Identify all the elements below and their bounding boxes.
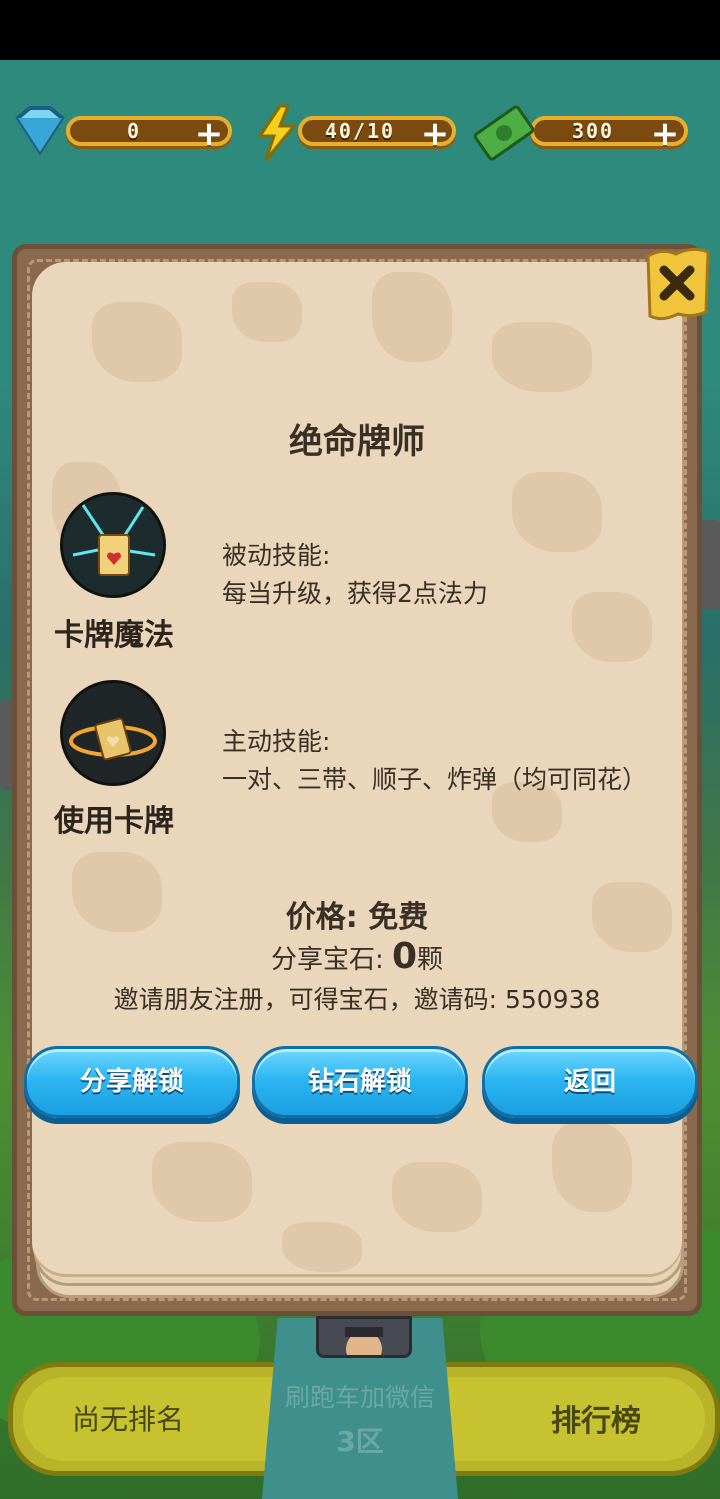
energy-value: 40/10 xyxy=(324,119,396,143)
gem-value: 0 xyxy=(126,119,142,143)
add-cash-button[interactable]: + xyxy=(648,117,682,152)
skill-desc-passive: 每当升级，获得2点法力 xyxy=(222,579,488,608)
close-button[interactable] xyxy=(642,244,712,326)
cash-counter: 300 + xyxy=(472,104,694,161)
cash-icon xyxy=(473,105,535,161)
invite-code-text: 邀请朋友注册，可得宝石，邀请码: 550938 xyxy=(113,985,601,1014)
add-energy-button[interactable]: + xyxy=(418,117,452,152)
card-magic-skill-icon xyxy=(60,492,166,598)
price-label: 价格: 免费 xyxy=(285,900,429,935)
skill-desc-active: 一对、三带、顺子、炸弹（均可同花） xyxy=(222,765,648,794)
add-gems-button[interactable]: + xyxy=(192,117,226,152)
leaderboard-button[interactable]: 排行榜 xyxy=(516,1396,676,1440)
share-unlock-button[interactable]: 分享解锁 xyxy=(24,1046,240,1118)
diamond-icon xyxy=(15,106,65,156)
energy-counter: 40/10 + xyxy=(254,104,460,161)
cash-value: 300 xyxy=(571,119,615,143)
share-gem-count: 分享宝石: 0颗 xyxy=(270,936,444,977)
skill-type-passive: 被动技能: xyxy=(222,541,331,570)
rank-status[interactable]: 尚无排名 xyxy=(28,1398,228,1438)
character-title: 绝命牌师 xyxy=(289,422,425,462)
lightning-icon xyxy=(257,104,298,161)
close-icon xyxy=(646,247,710,321)
skill-name-card-magic: 卡牌魔法 xyxy=(54,618,174,653)
avatar xyxy=(316,1316,412,1358)
gem-counter: 0 + xyxy=(8,104,234,156)
server-name: 刷跑车加微信 xyxy=(284,1383,435,1412)
skill-name-use-card: 使用卡牌 xyxy=(54,804,174,839)
back-button[interactable]: 返回 xyxy=(482,1046,698,1118)
skill-type-active: 主动技能: xyxy=(222,727,331,756)
status-bar xyxy=(0,0,720,60)
use-card-skill-icon xyxy=(60,680,166,786)
diamond-unlock-button[interactable]: 钻石解锁 xyxy=(252,1046,468,1118)
server-zone: 3区 xyxy=(336,1425,384,1458)
